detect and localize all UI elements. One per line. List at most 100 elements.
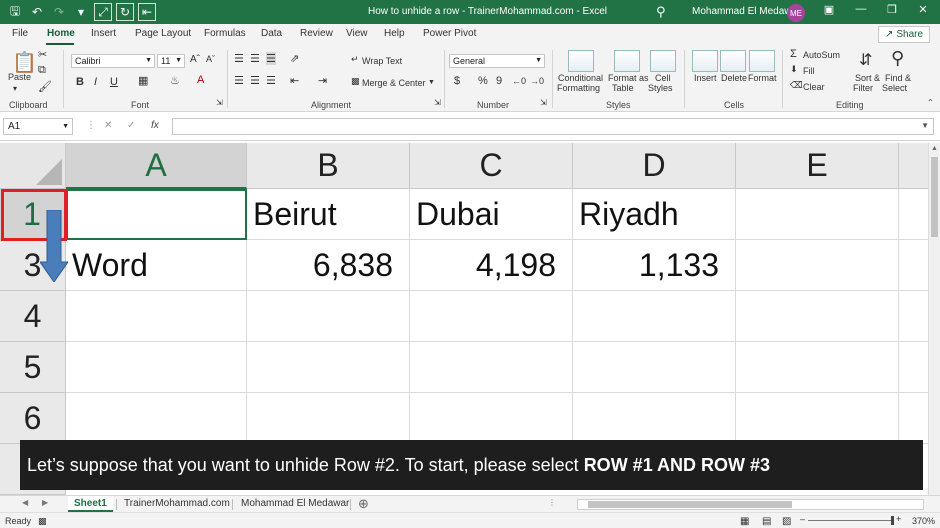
cell-c6[interactable] [410, 393, 573, 444]
row-header-1[interactable]: 1 [0, 189, 66, 240]
insert-cells-icon[interactable] [692, 50, 718, 72]
row-header-6[interactable]: 6 [0, 393, 66, 444]
middle-align-icon[interactable]: ☰ [250, 52, 260, 65]
share-button[interactable]: ↗ Share [878, 26, 930, 43]
cut-icon[interactable]: ✂ [38, 48, 47, 61]
row-header-4[interactable]: 4 [0, 291, 66, 342]
cell-b5[interactable] [247, 342, 410, 393]
format-painter-icon[interactable]: 🖌 [38, 80, 52, 93]
cell-e4[interactable] [736, 291, 899, 342]
bottom-align-icon[interactable]: ☰ [266, 52, 276, 65]
format-as-table-icon[interactable] [614, 50, 640, 72]
tab-data[interactable]: Data [261, 28, 282, 39]
select-all-button[interactable] [0, 143, 66, 189]
font-name-select[interactable]: Calibri ▼ [71, 54, 155, 68]
sheet-tab-sheet1[interactable]: Sheet1 [68, 496, 113, 512]
conditional-formatting-icon[interactable] [568, 50, 594, 72]
comma-button[interactable]: 9 [496, 75, 502, 87]
tab-formulas[interactable]: Formulas [204, 28, 246, 39]
underline-button[interactable]: U [110, 76, 118, 88]
cell-partial[interactable] [899, 189, 928, 240]
prev-sheet-icon[interactable]: ◀ [22, 498, 28, 507]
decrease-decimal-icon[interactable]: →0 [530, 76, 544, 86]
grow-font-icon[interactable]: Aˆ [190, 54, 200, 65]
cell-c1[interactable]: Dubai [410, 189, 573, 240]
tab-page-layout[interactable]: Page Layout [135, 28, 191, 39]
percent-button[interactable]: % [478, 75, 488, 87]
cell-partial[interactable] [899, 291, 928, 342]
add-sheet-icon[interactable]: ⊕ [358, 496, 369, 512]
font-color-button[interactable]: A [197, 74, 204, 86]
tab-file[interactable]: File [12, 28, 28, 39]
cell-b6[interactable] [247, 393, 410, 444]
collapse-ribbon-icon[interactable]: ⌃ [927, 98, 934, 107]
cell-c5[interactable] [410, 342, 573, 393]
search-icon[interactable]: ⚲ [656, 4, 666, 20]
enter-icon[interactable]: ✓ [127, 120, 135, 131]
cancel-icon[interactable]: ✕ [104, 120, 112, 131]
customize-icon[interactable]: ▾ [72, 3, 90, 21]
sheet-tab-mohammad-el-medawar[interactable]: Mohammad El Medawar [235, 496, 355, 512]
align-left-icon[interactable]: ☰ [234, 74, 244, 87]
clear-button[interactable]: Clear [803, 82, 825, 92]
currency-button[interactable]: $ [454, 75, 460, 87]
format-as-table-label[interactable]: Format as [608, 73, 649, 83]
cell-d3[interactable]: 1,133 [573, 240, 736, 291]
macro-record-icon[interactable]: ▩ [38, 516, 47, 527]
row-header-3[interactable]: 3 [0, 240, 66, 291]
tab-view[interactable]: View [346, 28, 368, 39]
insert-function-button[interactable]: fx [151, 120, 159, 131]
decrease-indent-icon[interactable]: ⇤ [290, 74, 299, 87]
center-icon[interactable]: ☰ [250, 74, 260, 87]
tab-insert[interactable]: Insert [91, 28, 116, 39]
zoom-slider[interactable] [808, 520, 892, 521]
column-header-c[interactable]: C [410, 143, 573, 189]
zoom-out-icon[interactable]: – [800, 514, 805, 524]
fullscreen-icon[interactable]: ⤢ [94, 3, 112, 21]
delete-cells-button[interactable]: Delete [721, 73, 747, 83]
zoom-level[interactable]: 370% [912, 516, 935, 526]
restore-icon[interactable]: ❐ [883, 3, 901, 16]
zoom-slider-handle[interactable] [891, 516, 894, 525]
borders-icon[interactable]: ▦ [138, 74, 148, 87]
format-cells-icon[interactable] [749, 50, 775, 72]
cell-e1[interactable] [736, 189, 899, 240]
scrollbar-thumb[interactable] [588, 501, 792, 508]
find-select-icon[interactable]: ⚲ [891, 48, 904, 69]
shrink-font-icon[interactable]: Aˇ [206, 54, 215, 64]
cell-b4[interactable] [247, 291, 410, 342]
align-right-icon[interactable]: ☰ [266, 74, 276, 87]
vertical-scrollbar[interactable]: ▲ [928, 143, 940, 495]
close-icon[interactable]: ✕ [914, 3, 932, 16]
cell-d6[interactable] [573, 393, 736, 444]
cell-partial[interactable] [899, 240, 928, 291]
copy-icon[interactable]: ⧉ [38, 64, 46, 77]
row-header-5[interactable]: 5 [0, 342, 66, 393]
cell-e6[interactable] [736, 393, 899, 444]
scroll-up-icon[interactable]: ▲ [931, 145, 938, 152]
paste-dropdown-icon[interactable]: ▾ [13, 84, 17, 93]
fill-button[interactable]: Fill [803, 66, 815, 76]
cell-c4[interactable] [410, 291, 573, 342]
cell-d1[interactable]: Riyadh [573, 189, 736, 240]
ribbon-display-icon[interactable]: ▣ [820, 3, 838, 16]
cell-a3[interactable]: Word [66, 240, 247, 291]
cell-b3[interactable]: 6,838 [247, 240, 410, 291]
conditional-formatting-label[interactable]: Conditional [558, 73, 603, 83]
dialog-launcher-icon[interactable]: ⇲ [540, 98, 547, 107]
cell-styles-label[interactable]: Cell [655, 73, 671, 83]
tab-home[interactable]: Home [47, 28, 75, 39]
merge-center-button[interactable]: Merge & Center [362, 78, 426, 88]
cell-a4[interactable] [66, 291, 247, 342]
insert-cells-button[interactable]: Insert [694, 73, 717, 83]
find-select-label-2[interactable]: Select [882, 83, 907, 93]
cell-styles-label-2[interactable]: Styles [648, 83, 673, 93]
font-size-select[interactable]: 11 ▼ [157, 54, 185, 68]
column-header-a[interactable]: A [66, 143, 247, 189]
bold-button[interactable]: B [76, 76, 84, 88]
scrollbar-thumb[interactable] [931, 157, 938, 237]
page-layout-view-icon[interactable]: ▤ [762, 516, 771, 527]
cell-d4[interactable] [573, 291, 736, 342]
tab-power-pivot[interactable]: Power Pivot [423, 28, 476, 39]
format-cells-button[interactable]: Format [748, 73, 777, 83]
